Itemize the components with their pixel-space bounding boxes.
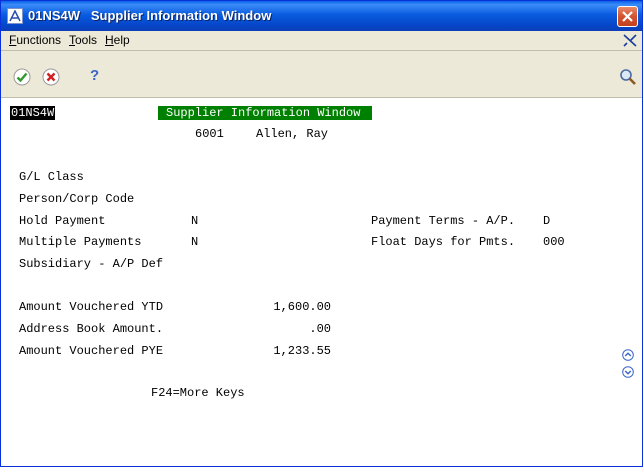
help-button[interactable]: ? [90,67,108,85]
window-title-code: 01NS4W [28,8,81,23]
close-icon [622,11,633,22]
address-book-amount-label: Address Book Amount. [19,322,164,336]
subsidiary-label: Subsidiary - A/P Def [19,257,164,271]
application-window: 01NS4W Supplier Information Window Funct… [0,0,643,467]
multiple-payments-label: Multiple Payments [19,235,142,249]
amount-vouchered-ytd-label: Amount Vouchered YTD [19,300,164,314]
close-button[interactable] [617,6,638,27]
toolbar: ? [1,51,642,98]
form-area: 01NS4W Supplier Information Window 6001 … [1,98,642,466]
payment-terms-field[interactable]: D [543,214,550,228]
amount-vouchered-pye-label: Amount Vouchered PYE [19,344,164,358]
search-button[interactable] [619,68,637,86]
menu-help[interactable]: Help [105,33,130,47]
menu-tools-label: ools [75,33,98,47]
person-corp-label: Person/Corp Code [19,192,135,206]
float-days-field[interactable]: 000 [543,235,565,249]
hold-payment-label: Hold Payment [19,214,106,228]
form-title: Supplier Information Window [158,106,372,120]
menu-bar: Functions Tools Help [1,31,642,51]
app-icon [7,8,23,24]
menu-functions[interactable]: Functions [9,33,61,47]
menu-functions-label: unctions [16,33,62,47]
page-down-button[interactable] [622,366,634,378]
supplier-name: Allen, Ray [256,127,329,141]
float-days-label: Float Days for Pmts. [371,235,516,249]
ok-button[interactable] [13,68,31,86]
menu-help-label: elp [113,33,130,47]
help-icon: ? [90,67,100,84]
magnifier-icon [620,69,636,85]
page-down-icon [622,366,634,378]
window-title-name: Supplier Information Window [90,8,272,23]
cancel-button[interactable] [42,68,60,86]
jde-logo-icon [623,34,637,47]
function-keys-hint: F24=More Keys [151,386,245,400]
supplier-number: 6001 [195,127,224,141]
gl-class-label: G/L Class [19,170,84,184]
payment-terms-label: Payment Terms - A/P. [371,214,516,228]
title-bar[interactable]: 01NS4W Supplier Information Window [1,1,642,31]
program-id: 01NS4W [10,106,56,120]
amount-vouchered-ytd-value: 1,600.00 [273,300,331,314]
multiple-payments-field[interactable]: N [191,235,198,249]
page-up-button[interactable] [622,349,634,361]
window-title: 01NS4W Supplier Information Window [28,8,271,23]
address-book-amount-value: .00 [309,322,331,336]
menu-tools[interactable]: Tools [69,33,97,47]
cancel-icon [42,68,60,86]
amount-vouchered-pye-value: 1,233.55 [273,344,331,358]
hold-payment-field[interactable]: N [191,214,198,228]
menu-help-accel: H [105,33,114,47]
page-up-icon [622,349,634,361]
checkmark-icon [13,68,31,86]
